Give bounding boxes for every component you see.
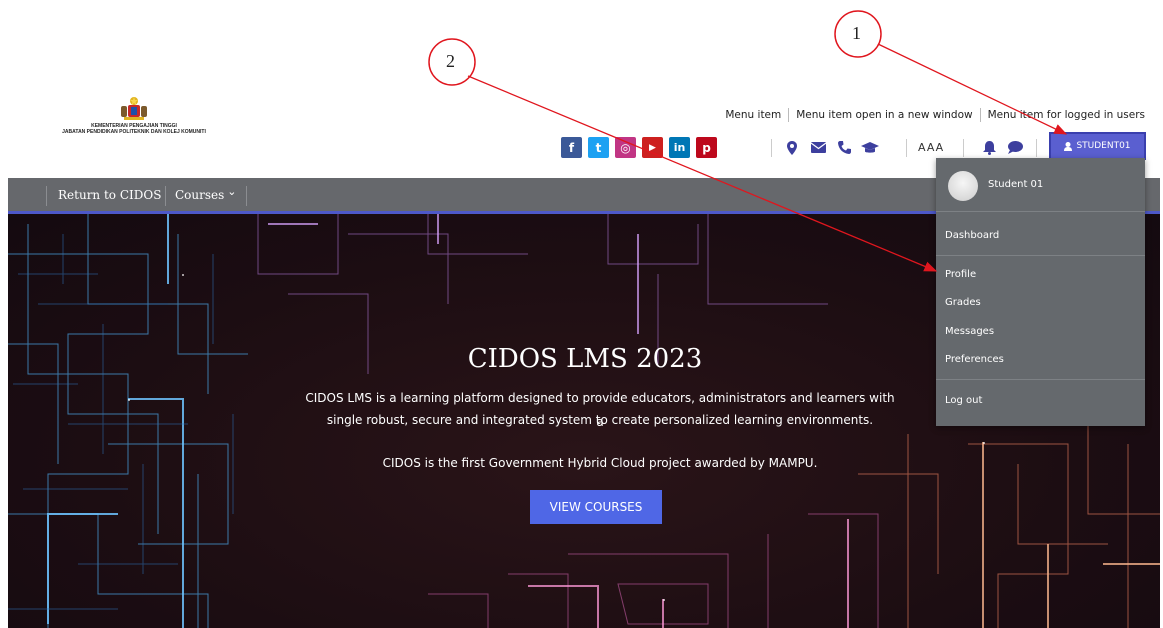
header-divider (1036, 139, 1037, 157)
annotation-number-1: 1 (852, 23, 861, 43)
dropdown-item-messages[interactable]: Messages (945, 326, 994, 337)
ministry-line-2: JABATAN PENDIDIKAN POLITEKNIK DAN KOLEJ … (62, 129, 206, 135)
dropdown-user-header[interactable]: Student 01 (936, 158, 1145, 212)
pinterest-icon[interactable]: p (696, 137, 717, 158)
font-size-toggle[interactable]: AAA (918, 141, 944, 154)
nav-divider (165, 186, 166, 206)
linkedin-icon[interactable]: in (669, 137, 690, 158)
dropdown-item-dashboard[interactable]: Dashboard (945, 230, 999, 241)
user-dropdown-menu: Student 01 Dashboard Profile Grades Mess… (936, 158, 1145, 426)
instagram-icon[interactable]: ◎ (615, 137, 636, 158)
top-menu: Menu item Menu item open in a new window… (718, 108, 1145, 122)
dropdown-divider (936, 255, 1145, 256)
user-icon (1064, 141, 1073, 151)
header-divider (963, 139, 964, 157)
top-menu-item[interactable]: Menu item (718, 108, 790, 122)
nav-courses-label: Courses (175, 187, 225, 202)
dropdown-item-logout[interactable]: Log out (945, 395, 982, 406)
header-divider (906, 139, 907, 157)
nav-divider (246, 186, 247, 206)
avatar (948, 171, 978, 201)
nav-divider (46, 186, 47, 206)
envelope-icon[interactable] (808, 138, 828, 158)
top-menu-item-logged-in[interactable]: Menu item for logged in users (981, 108, 1145, 122)
dropdown-item-preferences[interactable]: Preferences (945, 354, 1004, 365)
facebook-icon[interactable]: f (561, 137, 582, 158)
contact-tools (782, 137, 886, 158)
dropdown-item-profile[interactable]: Profile (945, 269, 976, 280)
chat-bubble-icon[interactable] (1005, 138, 1025, 158)
location-pin-icon[interactable] (782, 138, 802, 158)
annotation-number-2: 2 (446, 51, 455, 71)
graduation-cap-icon[interactable] (860, 138, 880, 158)
phone-icon[interactable] (834, 138, 854, 158)
twitter-icon[interactable]: t (588, 137, 609, 158)
top-menu-item-new-window[interactable]: Menu item open in a new window (789, 108, 981, 122)
crest-logo-icon[interactable] (116, 95, 152, 121)
user-menu-button[interactable]: STUDENT01 (1049, 132, 1146, 160)
youtube-icon[interactable]: ▶ (642, 137, 663, 158)
nav-return-to-cidos[interactable]: Return to CIDOS (58, 178, 161, 211)
hero-description-line-2: single robust, secure and integrated sys… (326, 413, 874, 427)
dropdown-item-grades[interactable]: Grades (945, 297, 981, 308)
dropdown-user-name: Student 01 (988, 179, 1044, 190)
hero-description-line-3: CIDOS is the first Government Hybrid Clo… (382, 456, 818, 470)
social-links: f t ◎ ▶ in p (561, 137, 717, 158)
view-courses-button[interactable]: VIEW COURSES (530, 490, 662, 524)
user-menu-label: STUDENT01 (1076, 141, 1131, 151)
header-divider (771, 139, 772, 157)
ministry-name: KEMENTERIAN PENGAJIAN TINGGI JABATAN PEN… (44, 123, 224, 135)
nav-courses[interactable]: Courses ⌄ (175, 178, 237, 211)
bell-icon[interactable] (979, 138, 999, 158)
chevron-down-icon: ⌄ (227, 185, 237, 198)
notification-tools (979, 137, 1031, 158)
dropdown-divider (936, 379, 1145, 380)
